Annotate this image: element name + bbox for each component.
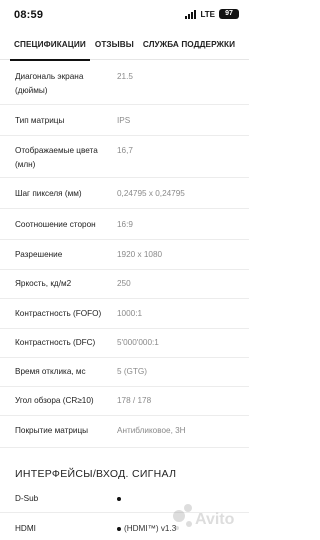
check-dot-icon [117, 526, 121, 531]
divider [0, 208, 249, 209]
status-time: 08:59 [14, 9, 44, 21]
spec-label: Контрастность (FOFO) [15, 309, 102, 318]
tab-specifications[interactable]: СПЕЦИФИКАЦИИ [10, 30, 90, 61]
tab-bar: СПЕЦИФИКАЦИИ ОТЗЫВЫ СЛУЖБА ПОДДЕРЖКИ [0, 30, 249, 61]
spec-value: 178 / 178 [117, 396, 152, 405]
divider [0, 135, 249, 136]
network-type: LTE [200, 9, 215, 19]
spec-value: 250 [117, 279, 131, 288]
divider [0, 447, 249, 448]
spec-value: 21.5 [117, 72, 133, 81]
avito-watermark-logo: Avito [173, 504, 235, 530]
battery-icon: 97 [219, 9, 239, 19]
divider [0, 415, 249, 416]
spec-label: Соотношение сторон [15, 220, 96, 229]
section-title-interfaces: ИНТЕРФЕЙСЫ/ВХОД. СИГНАЛ [15, 468, 177, 480]
spec-value: 1000:1 [117, 309, 143, 318]
spec-label: Разрешение [15, 250, 63, 259]
spec-value: 16,7 [117, 146, 133, 155]
tab-reviews[interactable]: ОТЗЫВЫ [95, 30, 134, 60]
check-dot-icon [117, 496, 121, 501]
divider [0, 177, 249, 178]
spec-value: 5 (GTG) [117, 367, 148, 376]
spec-label: Покрытие матрицы [15, 426, 89, 435]
spec-value: Антибликовое, 3H [117, 426, 186, 435]
spec-label: Угол обзора (CR≥10) [15, 396, 94, 405]
divider [0, 386, 249, 387]
spec-value: 0,24795 x 0,24795 [117, 189, 185, 198]
divider [0, 269, 249, 270]
iface-value-text: (HDMI™) v1.3 [124, 524, 177, 533]
spec-label: Отображаемые цвета (млн) [15, 146, 98, 169]
divider [0, 328, 249, 329]
divider [0, 298, 249, 299]
tab-support[interactable]: СЛУЖБА ПОДДЕРЖКИ [143, 30, 235, 60]
spec-label: Яркость, кд/м2 [15, 279, 72, 288]
spec-value: 1920 x 1080 [117, 250, 163, 259]
spec-label: Контрастность (DFC) [15, 338, 96, 347]
status-indicators: LTE 97 [185, 9, 239, 19]
signal-icon [185, 9, 197, 19]
spec-value: 16:9 [117, 220, 133, 229]
iface-value-dsub [117, 494, 124, 503]
spec-label: Тип матрицы [15, 116, 65, 125]
spec-value: 5'000'000:1 [117, 338, 159, 347]
status-bar: 08:59 LTE 97 [0, 0, 249, 30]
spec-label: Шаг пикселя (мм) [15, 189, 82, 198]
spec-label: Диагональ экрана (дюймы) [15, 72, 84, 95]
iface-label-hdmi: HDMI [15, 524, 36, 533]
iface-label-dsub: D-Sub [15, 494, 39, 503]
divider [0, 357, 249, 358]
spec-label: Время отклика, мс [15, 367, 86, 376]
watermark-text: Avito [195, 511, 235, 528]
iface-value-hdmi: (HDMI™) v1.3 [117, 524, 176, 533]
divider [0, 239, 249, 240]
divider [0, 104, 249, 105]
spec-value: IPS [117, 116, 131, 125]
